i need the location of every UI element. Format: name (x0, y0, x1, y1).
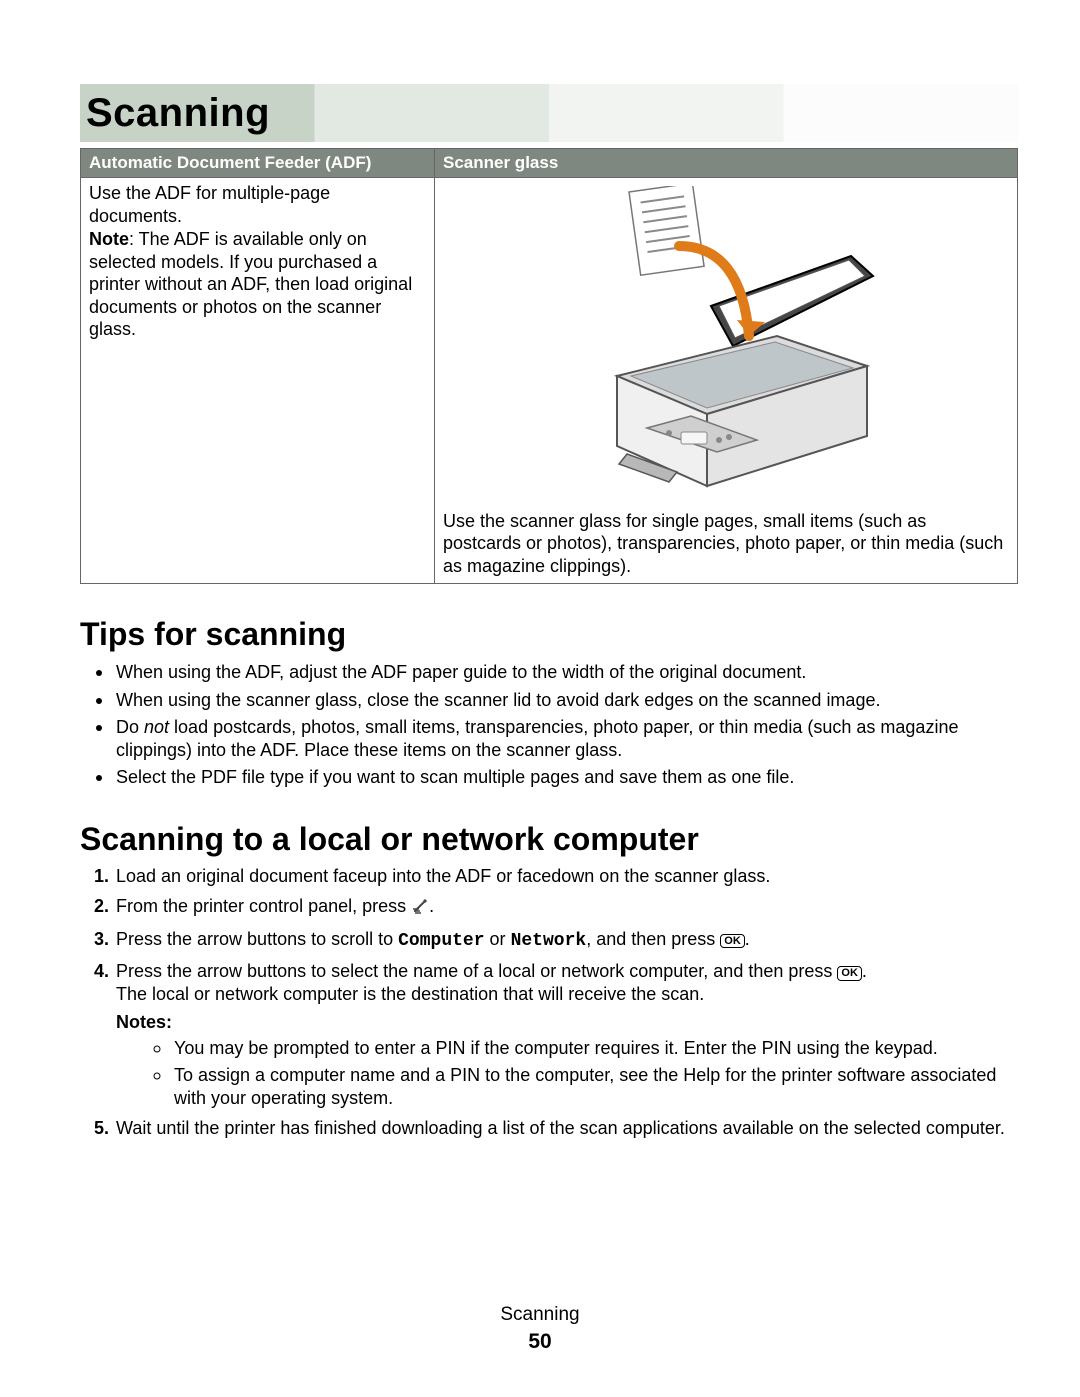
tips-heading: Tips for scanning (80, 614, 1018, 654)
step-3c: . (745, 929, 750, 949)
literal-computer: Computer (398, 931, 484, 951)
tips-list: When using the ADF, adjust the ADF paper… (80, 660, 1018, 789)
adf-note-text: : The ADF is available only on selected … (89, 229, 412, 339)
adf-cell: Use the ADF for multiple-page documents.… (81, 178, 435, 584)
scan-icon (411, 897, 429, 920)
list-item: To assign a computer name and a PIN to t… (172, 1063, 1018, 1109)
step-2b: . (429, 896, 434, 916)
step-4b: . (862, 961, 867, 981)
page-footer: Scanning 50 (0, 1303, 1080, 1355)
list-item: Select the PDF file type if you want to … (114, 765, 1018, 789)
list-item: Do not load postcards, photos, small ite… (114, 715, 1018, 761)
step-3: Press the arrow buttons to scroll to Com… (114, 928, 1018, 953)
ok-icon: OK (720, 934, 745, 949)
adf-line1: Use the ADF for multiple-page documents. (89, 182, 426, 227)
step-3b: , and then press (586, 929, 720, 949)
step-4a: Press the arrow buttons to select the na… (116, 961, 837, 981)
notes-label: Notes: (116, 1011, 1018, 1034)
table-header-glass: Scanner glass (435, 149, 1018, 178)
notes-list: You may be prompted to enter a PIN if th… (116, 1036, 1018, 1110)
scanning-options-table: Automatic Document Feeder (ADF) Scanner … (80, 148, 1018, 584)
step-3-or: or (485, 929, 511, 949)
chapter-title: Scanning (80, 88, 270, 138)
step-5: Wait until the printer has finished down… (114, 1117, 1018, 1140)
scanner-glass-illustration (443, 182, 1009, 504)
list-item: You may be prompted to enter a PIN if th… (172, 1036, 1018, 1060)
chapter-banner: Scanning (80, 84, 1018, 142)
adf-note: Note: The ADF is available only on selec… (89, 228, 426, 341)
adf-note-label: Note (89, 229, 129, 249)
list-item: When using the ADF, adjust the ADF paper… (114, 660, 1018, 684)
glass-caption: Use the scanner glass for single pages, … (443, 510, 1009, 578)
ok-icon: OK (837, 966, 862, 981)
scan-to-steps: Load an original document faceup into th… (80, 865, 1018, 1140)
page-number: 50 (0, 1329, 1080, 1355)
literal-network: Network (511, 931, 587, 951)
step-1: Load an original document faceup into th… (114, 865, 1018, 888)
glass-cell: Use the scanner glass for single pages, … (435, 178, 1018, 584)
table-header-adf: Automatic Document Feeder (ADF) (81, 149, 435, 178)
step-4-line2: The local or network computer is the des… (116, 983, 1018, 1006)
step-2: From the printer control panel, press . (114, 895, 1018, 920)
scan-to-heading: Scanning to a local or network computer (80, 819, 1018, 859)
list-item: When using the scanner glass, close the … (114, 688, 1018, 712)
step-2a: From the printer control panel, press (116, 896, 411, 916)
step-3a: Press the arrow buttons to scroll to (116, 929, 398, 949)
not-emphasis: not (144, 717, 169, 737)
footer-title: Scanning (0, 1303, 1080, 1327)
step-4: Press the arrow buttons to select the na… (114, 960, 1018, 1109)
